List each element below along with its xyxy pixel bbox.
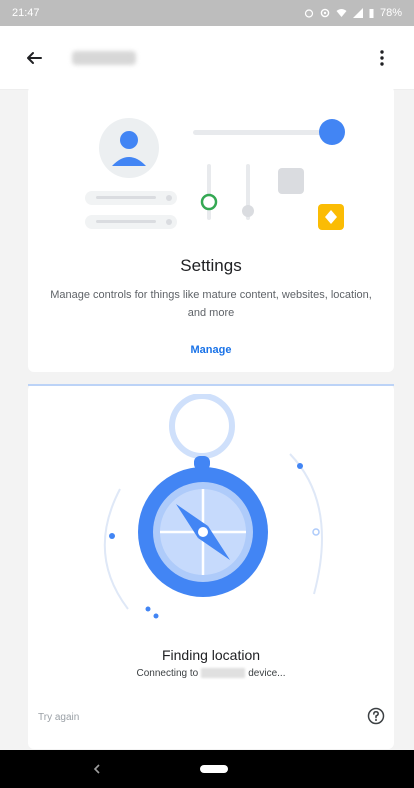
arrow-back-icon [27, 51, 42, 64]
compass-illustration [103, 394, 323, 619]
status-time: 21:47 [12, 7, 40, 19]
settings-title: Settings [180, 256, 242, 275]
screen: 21:47 78% Settings Manage controls for t… [0, 0, 414, 788]
settings-description: Manage controls for things like mature c… [50, 289, 372, 319]
nav-home-button[interactable] [200, 765, 228, 773]
settings-card: Settings Manage controls for things like… [28, 86, 394, 372]
sync-icon [320, 8, 330, 18]
connecting-status: Connecting to device... [28, 668, 394, 679]
alarm-icon [304, 9, 314, 18]
manage-button[interactable]: Manage [28, 344, 394, 356]
app-bar [0, 26, 414, 90]
device-name-redacted [201, 668, 246, 679]
connecting-prefix: Connecting to [136, 668, 199, 679]
more-options-button[interactable] [358, 34, 406, 82]
signal-icon [352, 8, 363, 18]
battery-level: 78% [379, 7, 402, 19]
wifi-icon [336, 9, 347, 17]
more-vert-icon [380, 50, 384, 66]
help-icon [367, 707, 385, 725]
status-icons: 78% [304, 7, 402, 19]
nav-back-icon [93, 764, 100, 774]
settings-illustration [85, 118, 345, 230]
help-button[interactable] [364, 704, 388, 728]
location-title: Finding location [161, 647, 261, 663]
nav-back-button[interactable] [88, 760, 106, 778]
slider-knob-illustration [319, 119, 345, 145]
app-title-redacted [72, 50, 136, 65]
connecting-suffix: device... [248, 668, 286, 679]
location-card: Finding location Connecting to device... … [28, 384, 394, 749]
back-button[interactable] [10, 34, 58, 82]
progress-divider [28, 384, 394, 386]
status-bar: 21:47 78% [0, 0, 414, 26]
try-again-button[interactable]: Try again [38, 712, 79, 723]
battery-icon [369, 9, 374, 18]
system-nav-bar [0, 750, 414, 788]
